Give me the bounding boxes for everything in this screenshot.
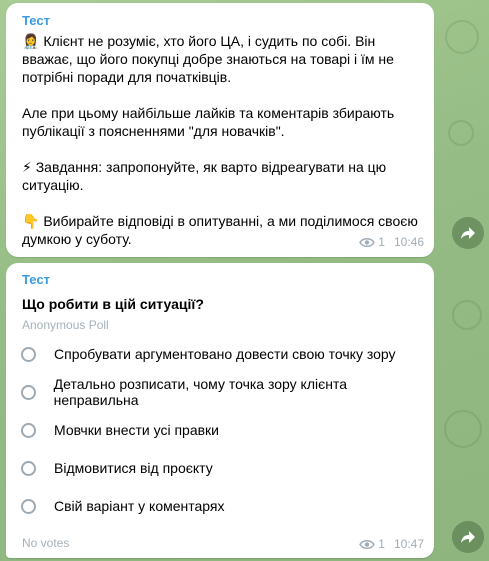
- wallpaper-doodle: [448, 120, 474, 146]
- poll-bubble[interactable]: Тест Що робити в цій ситуації? Anonymous…: [6, 263, 434, 558]
- poll-option[interactable]: Відмовитися від проєкту: [20, 453, 424, 483]
- message-sender[interactable]: Тест: [22, 272, 50, 287]
- message-bubble[interactable]: Тест 👩‍⚕️ Клієнт не розуміє, хто його ЦА…: [6, 3, 434, 257]
- poll-option-label: Детально розписати, чому точка зору кліє…: [53, 376, 348, 408]
- poll-question: Що робити в цій ситуації?: [22, 296, 204, 312]
- wallpaper-doodle: [444, 410, 482, 448]
- wallpaper-doodle: [452, 300, 482, 330]
- poll-option[interactable]: Детально розписати, чому точка зору кліє…: [20, 376, 424, 408]
- forward-arrow-icon: [461, 531, 475, 543]
- poll-option-label: Свій варіант у коментарях: [54, 498, 225, 514]
- eye-icon: [359, 237, 376, 248]
- radio-button[interactable]: [21, 346, 36, 362]
- message-paragraph: 👩‍⚕️ Клієнт не розуміє, хто його ЦА, і с…: [22, 33, 394, 85]
- forward-button[interactable]: [452, 521, 484, 553]
- message-time: 10:46: [393, 235, 424, 249]
- poll-option-label: Мовчки внести усі правки: [54, 422, 219, 438]
- views-count: 1: [378, 235, 385, 249]
- message-paragraph: ⚡ Завдання: запропонуйте, як варто відре…: [22, 159, 387, 193]
- poll-option[interactable]: Спробувати аргументовано довести свою то…: [20, 339, 424, 369]
- poll-option-label: Відмовитися від проєкту: [54, 460, 213, 476]
- message-time: 10:47: [393, 537, 424, 551]
- wallpaper-doodle: [445, 20, 479, 54]
- poll-votes-count: No votes: [22, 536, 70, 550]
- message-meta: 1 10:47: [359, 537, 424, 551]
- radio-button[interactable]: [21, 498, 36, 514]
- poll-option[interactable]: Свій варіант у коментарях: [20, 491, 424, 521]
- poll-option-label: Спробувати аргументовано довести свою то…: [54, 346, 396, 362]
- forward-arrow-icon: [461, 227, 475, 239]
- poll-option[interactable]: Мовчки внести усі правки: [20, 415, 424, 445]
- radio-button[interactable]: [21, 460, 36, 476]
- poll-type-label: Anonymous Poll: [22, 318, 109, 332]
- views-count: 1: [378, 537, 385, 551]
- message-paragraph: Але при цьому найбільше лайків та комент…: [22, 105, 395, 139]
- forward-button[interactable]: [452, 217, 484, 249]
- eye-icon: [359, 539, 376, 550]
- radio-button[interactable]: [21, 384, 36, 400]
- message-sender[interactable]: Тест: [22, 13, 50, 28]
- message-meta: 1 10:46: [359, 235, 424, 249]
- radio-button[interactable]: [21, 422, 36, 438]
- message-text: 👩‍⚕️ Клієнт не розуміє, хто його ЦА, і с…: [22, 32, 418, 248]
